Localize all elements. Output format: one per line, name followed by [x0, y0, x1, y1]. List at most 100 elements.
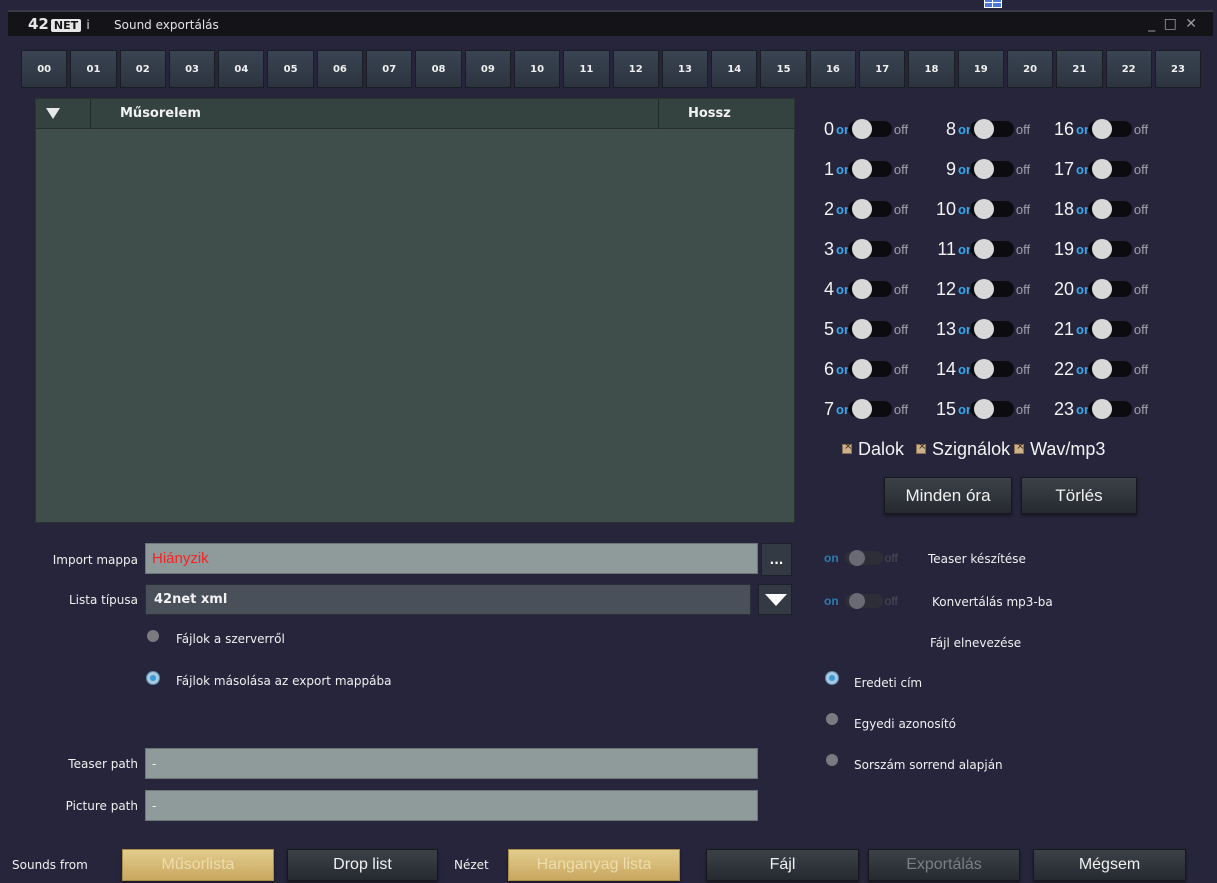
hour-tab-19[interactable]: 19	[957, 50, 1004, 88]
hour-tab-07[interactable]: 07	[366, 50, 413, 88]
toggle-switch[interactable]	[1087, 199, 1132, 219]
toggle-switch[interactable]	[847, 279, 892, 299]
export-button[interactable]: Exportálás	[868, 849, 1020, 881]
hour-tab-11[interactable]: 11	[563, 50, 610, 88]
hour-tab-01[interactable]: 01	[70, 50, 117, 88]
column-length[interactable]: Hossz	[688, 106, 731, 121]
toggle-switch[interactable]	[1087, 159, 1132, 179]
hour-tab-08[interactable]: 08	[415, 50, 462, 88]
naming-order-radio[interactable]	[826, 754, 838, 766]
dropdown-arrow-icon[interactable]	[758, 584, 792, 615]
hour-tab-13[interactable]: 13	[661, 50, 709, 88]
file-button[interactable]: Fájl	[706, 849, 859, 881]
hour-tab-05[interactable]: 05	[267, 50, 314, 88]
hour-tab-23[interactable]: 23	[1154, 50, 1202, 88]
toggle-switch[interactable]	[1087, 319, 1132, 339]
toggle-switch[interactable]	[969, 239, 1014, 259]
hour-tab-03[interactable]: 03	[168, 50, 216, 88]
hour-toggle-11[interactable]: 11 on off	[918, 237, 1030, 261]
sort-triangle-icon[interactable]	[46, 108, 60, 119]
audio-list-button[interactable]: Hanganyag lista	[508, 849, 680, 881]
naming-unique-radio[interactable]	[826, 713, 838, 725]
hour-toggle-14[interactable]: 14 on off	[918, 357, 1030, 381]
teaser-toggle[interactable]: on off	[822, 548, 898, 568]
hour-toggle-20[interactable]: 20 on off	[1036, 277, 1148, 301]
toggle-switch[interactable]	[847, 199, 892, 219]
toggle-switch[interactable]	[969, 319, 1014, 339]
hour-tab-14[interactable]: 14	[711, 50, 758, 88]
hour-toggle-15[interactable]: 15 on off	[918, 397, 1030, 421]
hour-toggle-1[interactable]: 1 on off	[820, 157, 908, 181]
source-server-radio[interactable]	[147, 630, 159, 642]
hour-tab-16[interactable]: 16	[809, 50, 857, 88]
list-type-select[interactable]: 42net xml	[145, 584, 751, 615]
source-copy-radio[interactable]	[147, 672, 159, 684]
toggle-switch[interactable]	[847, 119, 892, 139]
hour-toggle-16[interactable]: 16 on off	[1036, 117, 1148, 141]
drop-list-button[interactable]: Drop list	[287, 849, 438, 881]
hour-tab-10[interactable]: 10	[513, 50, 561, 88]
convert-toggle[interactable]: on off	[822, 591, 898, 611]
toggle-switch[interactable]	[847, 239, 892, 259]
browse-button[interactable]: ...	[761, 543, 792, 576]
hour-toggle-2[interactable]: 2 on off	[820, 197, 908, 221]
hour-tab-12[interactable]: 12	[612, 50, 659, 88]
hour-tab-06[interactable]: 06	[316, 50, 364, 88]
hour-tab-17[interactable]: 17	[859, 50, 906, 88]
hour-tab-21[interactable]: 21	[1056, 50, 1103, 88]
hour-toggle-3[interactable]: 3 on off	[820, 237, 908, 261]
toggle-switch[interactable]	[969, 199, 1014, 219]
delete-button[interactable]: Törlés	[1021, 477, 1137, 514]
hour-tab-00[interactable]: 00	[21, 50, 68, 88]
toggle-switch[interactable]	[969, 279, 1014, 299]
import-folder-field[interactable]: Hiányzik	[145, 543, 758, 574]
program-list-button[interactable]: Műsorlista	[122, 849, 274, 881]
hour-toggle-18[interactable]: 18 on off	[1036, 197, 1148, 221]
wav-mp3-checkbox[interactable]	[1014, 441, 1024, 454]
program-list[interactable]: Műsorelem Hossz	[35, 98, 795, 523]
toggle-switch[interactable]	[1087, 359, 1132, 379]
hour-tab-20[interactable]: 20	[1006, 50, 1054, 88]
hour-toggle-17[interactable]: 17 on off	[1036, 157, 1148, 181]
toggle-switch[interactable]	[1087, 279, 1132, 299]
toggle-switch[interactable]	[969, 399, 1014, 419]
hour-toggle-4[interactable]: 4 on off	[820, 277, 908, 301]
hour-tab-04[interactable]: 04	[218, 50, 265, 88]
hour-tab-02[interactable]: 02	[119, 50, 166, 88]
hour-toggle-22[interactable]: 22 on off	[1036, 357, 1148, 381]
hour-tab-15[interactable]: 15	[760, 50, 807, 88]
toggle-switch[interactable]	[1087, 239, 1132, 259]
hour-toggle-23[interactable]: 23 on off	[1036, 397, 1148, 421]
hour-toggle-9[interactable]: 9 on off	[918, 157, 1030, 181]
hour-toggle-21[interactable]: 21 on off	[1036, 317, 1148, 341]
hour-toggle-8[interactable]: 8 on off	[918, 117, 1030, 141]
naming-original-radio[interactable]	[826, 672, 838, 684]
hour-toggle-12[interactable]: 12 on off	[918, 277, 1030, 301]
hour-toggle-6[interactable]: 6 on off	[820, 357, 908, 381]
hour-toggle-0[interactable]: 0 on off	[820, 117, 908, 141]
hour-toggle-10[interactable]: 10 on off	[918, 197, 1030, 221]
hour-tab-22[interactable]: 22	[1105, 50, 1152, 88]
toggle-switch[interactable]	[969, 119, 1014, 139]
toggle-switch[interactable]	[847, 159, 892, 179]
toggle-switch[interactable]	[847, 399, 892, 419]
toggle-switch[interactable]	[1087, 399, 1132, 419]
toggle-switch[interactable]	[969, 359, 1014, 379]
picture-path-field[interactable]: -	[145, 790, 758, 821]
window-controls[interactable]: _ □ ✕	[1148, 16, 1199, 32]
jingles-checkbox[interactable]	[916, 441, 926, 454]
toggle-switch[interactable]	[847, 359, 892, 379]
hour-tab-09[interactable]: 09	[464, 50, 511, 88]
teaser-path-field[interactable]: -	[145, 748, 758, 779]
hour-toggle-13[interactable]: 13 on off	[918, 317, 1030, 341]
hour-toggle-19[interactable]: 19 on off	[1036, 237, 1148, 261]
column-program-item[interactable]: Műsorelem	[120, 106, 201, 121]
hour-tab-18[interactable]: 18	[908, 50, 955, 88]
songs-checkbox[interactable]	[842, 441, 852, 454]
cancel-button[interactable]: Mégsem	[1033, 849, 1186, 881]
toggle-switch[interactable]	[1087, 119, 1132, 139]
toggle-switch[interactable]	[847, 319, 892, 339]
all-hours-button[interactable]: Minden óra	[884, 477, 1012, 514]
hour-toggle-5[interactable]: 5 on off	[820, 317, 908, 341]
toggle-switch[interactable]	[969, 159, 1014, 179]
